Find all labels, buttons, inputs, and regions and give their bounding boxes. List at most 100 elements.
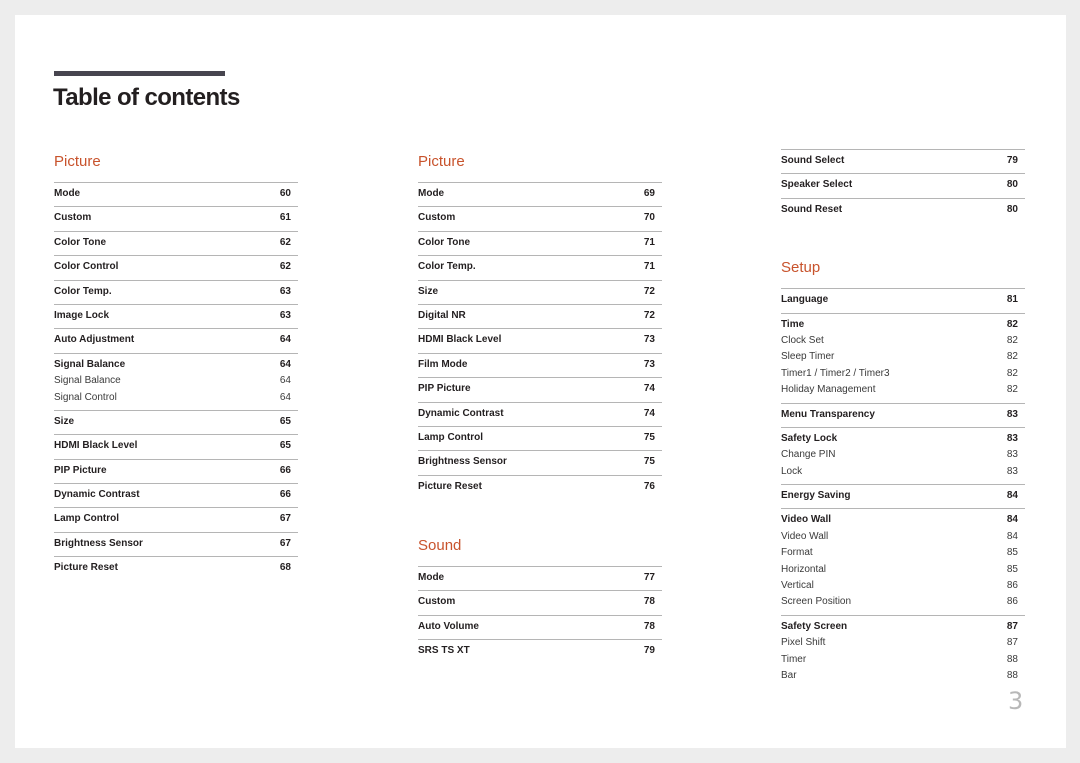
- toc-entry-label: PIP Picture: [54, 464, 107, 476]
- toc-entry-color-control: Color Control 62: [54, 255, 298, 279]
- toc-link[interactable]: Dynamic Contrast 66: [54, 487, 298, 503]
- toc-link[interactable]: Sound Select 79: [781, 153, 1025, 169]
- toc-entry-label: Color Temp.: [418, 261, 476, 273]
- toc-entry-auto-volume: Auto Volume 78: [418, 614, 662, 639]
- toc-entry-label: Digital NR: [418, 309, 466, 321]
- toc-entry-language: Language 81: [781, 288, 1025, 312]
- toc-link[interactable]: Dynamic Contrast 74: [418, 406, 662, 422]
- toc-link[interactable]: SRS TS XT 79: [418, 643, 662, 659]
- toc-entry-signal-balance: Signal Balance 64 Signal Balance 64 Signal C…: [54, 352, 298, 410]
- toc-link[interactable]: Color Control 62: [54, 259, 298, 275]
- toc-sub-link[interactable]: Pixel Shift 87: [781, 635, 1025, 651]
- toc-link[interactable]: Mode 60: [54, 186, 298, 202]
- toc-sub-link[interactable]: Horizontal 85: [781, 562, 1025, 578]
- toc-column-3: Sound Select 79 Speaker Select 80 Sound Rese…: [781, 149, 1025, 688]
- toc-link[interactable]: Lamp Control 75: [418, 430, 662, 446]
- toc-sub-link[interactable]: Holiday Management 82: [781, 382, 1025, 398]
- toc-link[interactable]: Lamp Control 67: [54, 511, 298, 527]
- toc-link[interactable]: Size 72: [418, 284, 662, 300]
- toc-link[interactable]: Custom 78: [418, 594, 662, 610]
- toc-entry-page: 71: [643, 261, 655, 273]
- toc-link[interactable]: Custom 70: [418, 210, 662, 226]
- toc-link[interactable]: Size 65: [54, 414, 298, 430]
- toc-link[interactable]: Language 81: [781, 292, 1025, 308]
- toc-link[interactable]: Digital NR 72: [418, 308, 662, 324]
- toc-entry-page: 63: [279, 285, 291, 297]
- toc-sub-link[interactable]: Signal Balance 64: [54, 373, 298, 389]
- toc-entry-dynamic-contrast: Dynamic Contrast 74: [418, 401, 662, 426]
- toc-entry-page: 63: [279, 309, 291, 321]
- toc-subentry-page: 82: [1006, 351, 1018, 363]
- toc-sub-link[interactable]: Sleep Timer 82: [781, 349, 1025, 365]
- toc-entry-lamp-control: Lamp Control 75: [418, 425, 662, 450]
- toc-entry-page: 80: [1006, 179, 1018, 191]
- toc-link[interactable]: Video Wall 84: [781, 512, 1025, 528]
- toc-sub-link[interactable]: Video Wall 84: [781, 529, 1025, 545]
- toc-entry-label: Lamp Control: [54, 513, 119, 525]
- toc-entry-label: Custom: [418, 596, 456, 608]
- toc-entry-label: Custom: [54, 212, 92, 224]
- toc-link[interactable]: Energy Saving 84: [781, 488, 1025, 504]
- toc-link[interactable]: Custom 61: [54, 210, 298, 226]
- toc-link[interactable]: Safety Screen 87: [781, 619, 1025, 635]
- toc-sub-link[interactable]: Change PIN 83: [781, 447, 1025, 463]
- toc-subentry-label: Holiday Management: [781, 384, 876, 396]
- toc-link[interactable]: Color Tone 62: [54, 235, 298, 251]
- toc-link[interactable]: Menu Transparency 83: [781, 407, 1025, 423]
- toc-link[interactable]: HDMI Black Level 73: [418, 332, 662, 348]
- toc-sub-link[interactable]: Lock 83: [781, 464, 1025, 480]
- toc-entry-label: Sound Reset: [781, 203, 843, 215]
- toc-link[interactable]: PIP Picture 66: [54, 463, 298, 479]
- toc-link[interactable]: Brightness Sensor 75: [418, 454, 662, 470]
- toc-column-2: Picture Mode 69 Custom 70 Color Tone 71 Color T…: [418, 152, 662, 664]
- toc-subentry-page: 64: [279, 375, 291, 387]
- toc-link[interactable]: Mode 69: [418, 186, 662, 202]
- toc-subentry-page: 82: [1006, 384, 1018, 396]
- toc-link[interactable]: Color Tone 71: [418, 235, 662, 251]
- toc-sub-link[interactable]: Clock Set 82: [781, 333, 1025, 349]
- toc-sub-link[interactable]: Signal Control 64: [54, 390, 298, 406]
- toc-entry-page: 72: [643, 309, 655, 321]
- toc-entry-page: 67: [279, 537, 291, 549]
- toc-entry-label: Lamp Control: [418, 431, 483, 443]
- toc-entry-auto-adjustment: Auto Adjustment 64: [54, 328, 298, 352]
- toc-subentry-page: 85: [1006, 547, 1018, 559]
- toc-sub-link[interactable]: Format 85: [781, 545, 1025, 561]
- toc-link[interactable]: Auto Adjustment 64: [54, 332, 298, 348]
- toc-link[interactable]: Mode 77: [418, 570, 662, 586]
- toc-link[interactable]: Color Temp. 71: [418, 259, 662, 275]
- toc-link[interactable]: Sound Reset 80: [781, 202, 1025, 218]
- toc-link[interactable]: Signal Balance 64: [54, 357, 298, 373]
- toc-entry-label: HDMI Black Level: [418, 334, 502, 346]
- toc-entry-label: Signal Balance: [54, 358, 126, 370]
- section-heading-sound: Sound: [418, 537, 462, 555]
- toc-link[interactable]: Picture Reset 76: [418, 479, 662, 495]
- toc-subentry-label: Timer: [781, 653, 807, 665]
- toc-subentry-page: 82: [1006, 334, 1018, 346]
- toc-link[interactable]: Image Lock 63: [54, 308, 298, 324]
- toc-column-1: Picture Mode 60 Custom 61 Color Tone 62 Color C…: [54, 152, 298, 581]
- toc-entry-page: 61: [279, 212, 291, 224]
- toc-sub-link[interactable]: Vertical 86: [781, 578, 1025, 594]
- toc-sub-link[interactable]: Timer 88: [781, 652, 1025, 668]
- toc-link[interactable]: PIP Picture 74: [418, 381, 662, 397]
- toc-entry-page: 83: [1006, 432, 1018, 444]
- toc-link[interactable]: Speaker Select 80: [781, 177, 1025, 193]
- toc-subentry-page: 86: [1006, 596, 1018, 608]
- toc-entry-label: Color Temp.: [54, 285, 112, 297]
- toc-link[interactable]: Color Temp. 63: [54, 284, 298, 300]
- toc-link[interactable]: Film Mode 73: [418, 357, 662, 373]
- toc-link[interactable]: Brightness Sensor 67: [54, 536, 298, 552]
- toc-link[interactable]: Safety Lock 83: [781, 431, 1025, 447]
- toc-link[interactable]: Auto Volume 78: [418, 619, 662, 635]
- toc-entry-page: 66: [279, 464, 291, 476]
- toc-link[interactable]: Time 82: [781, 317, 1025, 333]
- toc-entry-pip-picture: PIP Picture 66: [54, 458, 298, 483]
- toc-sub-link[interactable]: Timer1 / Timer2 / Timer3 82: [781, 366, 1025, 382]
- toc-link[interactable]: HDMI Black Level 65: [54, 438, 298, 454]
- toc-subentry-page: 64: [279, 391, 291, 403]
- toc-link[interactable]: Picture Reset 68: [54, 560, 298, 576]
- toc-sub-link[interactable]: Screen Position 86: [781, 594, 1025, 610]
- toc-subentry-page: 83: [1006, 449, 1018, 461]
- toc-sub-link[interactable]: Bar 88: [781, 668, 1025, 684]
